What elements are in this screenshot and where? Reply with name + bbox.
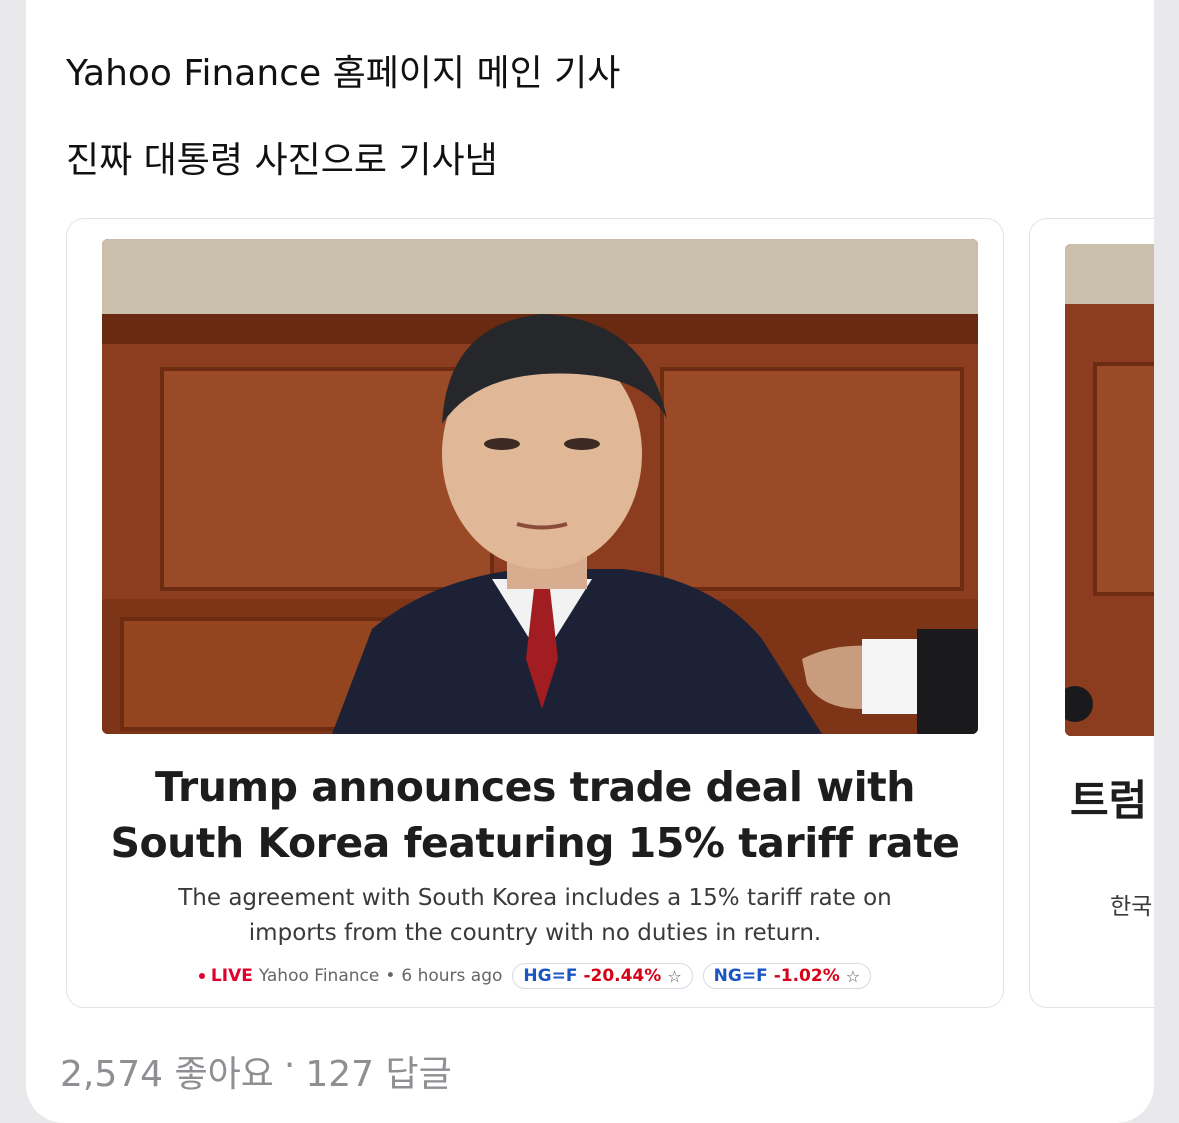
replies-count[interactable]: 127 답글 [305,1045,451,1097]
publish-time: 6 hours ago [401,966,503,986]
live-label: LIVE [210,966,253,986]
ticker-chip[interactable]: HG=F -20.44% ☆ [512,963,693,989]
headline[interactable]: Trump announces trade deal with South Ko… [87,759,983,871]
post-text-line-2: 진짜 대통령 사진으로 기사냄 [66,140,498,181]
next-news-photo[interactable] [1065,244,1154,736]
ticker-symbol: NG=F [713,966,768,986]
summary-line-1: The agreement with South Korea includes … [178,885,892,911]
likes-count[interactable]: 2,574 좋아요 [60,1045,274,1097]
ticker-chip[interactable]: NG=F -1.02% ☆ [702,963,872,989]
next-news-card[interactable]: 트럼 한국 [1029,218,1154,1008]
stats-separator: · [283,1045,296,1086]
live-badge: LIVE [198,966,253,986]
headline-line-1[interactable]: Trump announces trade deal with [87,759,983,815]
ticker-change: -20.44% [583,966,662,986]
summary-line-2: imports from the country with no duties … [248,920,822,946]
news-photo[interactable] [102,239,978,734]
article-meta: LIVE Yahoo Finance • 6 hours ago HG=F -2… [67,963,1003,989]
ticker-symbol: HG=F [523,966,578,986]
star-icon[interactable]: ☆ [667,967,681,986]
live-dot-icon [198,973,205,979]
next-news-photo-illustration [1065,244,1154,736]
source-name: Yahoo Finance [258,966,380,986]
news-card[interactable]: Trump announces trade deal with South Ko… [66,218,1004,1008]
post-stats: 2,574 좋아요 · 127 답글 [60,1045,452,1097]
headline-line-2[interactable]: South Korea featuring 15% tariff rate [87,815,983,871]
next-news-summary: 한국 [1110,894,1153,920]
news-photo-illustration [102,239,978,734]
meta-separator: • [385,966,396,986]
star-icon[interactable]: ☆ [846,967,860,986]
post-text-line-1: Yahoo Finance 홈페이지 메인 기사 [66,53,621,94]
post-container: Yahoo Finance 홈페이지 메인 기사 진짜 대통령 사진으로 기사냄 [26,0,1154,1123]
article-summary: The agreement with South Korea includes … [107,881,963,951]
next-news-title[interactable]: 트럼 [1070,767,1147,828]
ticker-change: -1.02% [773,966,840,986]
